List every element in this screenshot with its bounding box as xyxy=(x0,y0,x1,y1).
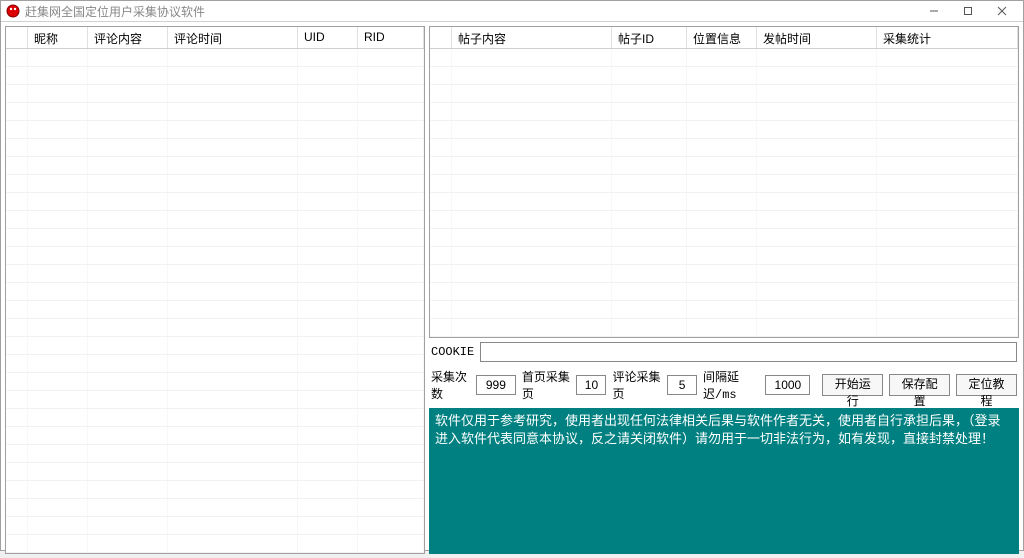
app-window: 赶集网全国定位用户采集协议软件 昵称 评论内容 评论时间 UID RID xyxy=(0,0,1024,551)
delay-input[interactable] xyxy=(765,375,810,395)
save-config-button[interactable]: 保存配置 xyxy=(889,374,950,396)
table-row xyxy=(6,409,424,427)
minimize-button[interactable] xyxy=(917,1,951,21)
col-uid[interactable]: UID xyxy=(298,27,358,48)
start-button[interactable]: 开始运行 xyxy=(822,374,883,396)
comments-table: 昵称 评论内容 评论时间 UID RID xyxy=(5,26,425,554)
table-row xyxy=(430,67,1018,85)
close-button[interactable] xyxy=(985,1,1019,21)
table-row xyxy=(6,283,424,301)
table-row xyxy=(6,391,424,409)
col-collect-stat[interactable]: 采集统计 xyxy=(877,27,1018,48)
table-row xyxy=(430,247,1018,265)
window-title: 赶集网全国定位用户采集协议软件 xyxy=(25,3,205,20)
posts-table: 帖子内容 帖子ID 位置信息 发帖时间 采集统计 xyxy=(429,26,1019,338)
table-row xyxy=(6,319,424,337)
collect-count-input[interactable] xyxy=(476,375,516,395)
table-row xyxy=(6,229,424,247)
table-row xyxy=(430,283,1018,301)
right-panel: 帖子内容 帖子ID 位置信息 发帖时间 采集统计 COOKIE 采集次数 xyxy=(429,26,1019,554)
table-row xyxy=(430,229,1018,247)
controls: COOKIE 采集次数 首页采集页 评论采集页 间隔延迟/ms 开始运行 保存配… xyxy=(429,342,1019,554)
col-comment-time[interactable]: 评论时间 xyxy=(168,27,298,48)
col-comment-content[interactable]: 评论内容 xyxy=(88,27,168,48)
table-row xyxy=(6,211,424,229)
table-row xyxy=(6,463,424,481)
table-row xyxy=(6,121,424,139)
table-row xyxy=(430,103,1018,121)
app-icon xyxy=(5,3,21,19)
table-row xyxy=(430,265,1018,283)
table-row xyxy=(6,67,424,85)
col-post-content[interactable]: 帖子内容 xyxy=(452,27,612,48)
table-row xyxy=(6,157,424,175)
table-row xyxy=(6,301,424,319)
comments-table-body[interactable] xyxy=(6,49,424,553)
col-rid[interactable]: RID xyxy=(358,27,424,48)
col-post-id[interactable]: 帖子ID xyxy=(612,27,687,48)
posts-table-header: 帖子内容 帖子ID 位置信息 发帖时间 采集统计 xyxy=(430,27,1018,49)
table-row xyxy=(6,481,424,499)
col-nickname[interactable]: 昵称 xyxy=(28,27,88,48)
posts-table-body[interactable] xyxy=(430,49,1018,337)
table-row xyxy=(430,139,1018,157)
maximize-button[interactable] xyxy=(951,1,985,21)
comments-table-header: 昵称 评论内容 评论时间 UID RID xyxy=(6,27,424,49)
delay-label: 间隔延迟/ms xyxy=(703,368,759,402)
col-post-time[interactable]: 发帖时间 xyxy=(757,27,877,48)
content-area: 昵称 评论内容 评论时间 UID RID 帖子内容 帖子ID 位置信息 发帖时间 xyxy=(1,22,1023,558)
col-location[interactable]: 位置信息 xyxy=(687,27,757,48)
cookie-input[interactable] xyxy=(480,342,1017,362)
first-page-input[interactable] xyxy=(576,375,606,395)
table-row xyxy=(430,175,1018,193)
table-row xyxy=(6,193,424,211)
table-row xyxy=(6,445,424,463)
table-row xyxy=(6,265,424,283)
notice-panel: 软件仅用于参考研究，使用者出现任何法律相关后果与软件作者无关，使用者自行承担后果… xyxy=(429,408,1019,554)
table-row xyxy=(430,121,1018,139)
table-row xyxy=(6,499,424,517)
first-page-label: 首页采集页 xyxy=(522,368,571,402)
comment-page-input[interactable] xyxy=(667,375,697,395)
comment-page-label: 评论采集页 xyxy=(612,368,661,402)
col-blank2[interactable] xyxy=(430,27,452,48)
table-row xyxy=(6,517,424,535)
table-row xyxy=(6,103,424,121)
table-row xyxy=(430,49,1018,67)
table-row xyxy=(6,49,424,67)
cookie-label: COOKIE xyxy=(431,345,474,359)
table-row xyxy=(6,535,424,553)
table-row xyxy=(430,157,1018,175)
table-row xyxy=(430,85,1018,103)
table-row xyxy=(430,211,1018,229)
params-row: 采集次数 首页采集页 评论采集页 间隔延迟/ms 开始运行 保存配置 定位教程 xyxy=(429,368,1019,402)
table-row xyxy=(430,319,1018,337)
collect-count-label: 采集次数 xyxy=(431,368,470,402)
table-row xyxy=(6,355,424,373)
titlebar: 赶集网全国定位用户采集协议软件 xyxy=(1,1,1023,22)
table-row xyxy=(6,139,424,157)
table-row xyxy=(6,85,424,103)
table-row xyxy=(6,427,424,445)
tutorial-button[interactable]: 定位教程 xyxy=(956,374,1017,396)
cookie-row: COOKIE xyxy=(429,342,1019,362)
table-row xyxy=(430,301,1018,319)
table-row xyxy=(430,193,1018,211)
table-row xyxy=(6,337,424,355)
table-row xyxy=(6,373,424,391)
table-row xyxy=(6,247,424,265)
table-row xyxy=(6,175,424,193)
col-blank[interactable] xyxy=(6,27,28,48)
